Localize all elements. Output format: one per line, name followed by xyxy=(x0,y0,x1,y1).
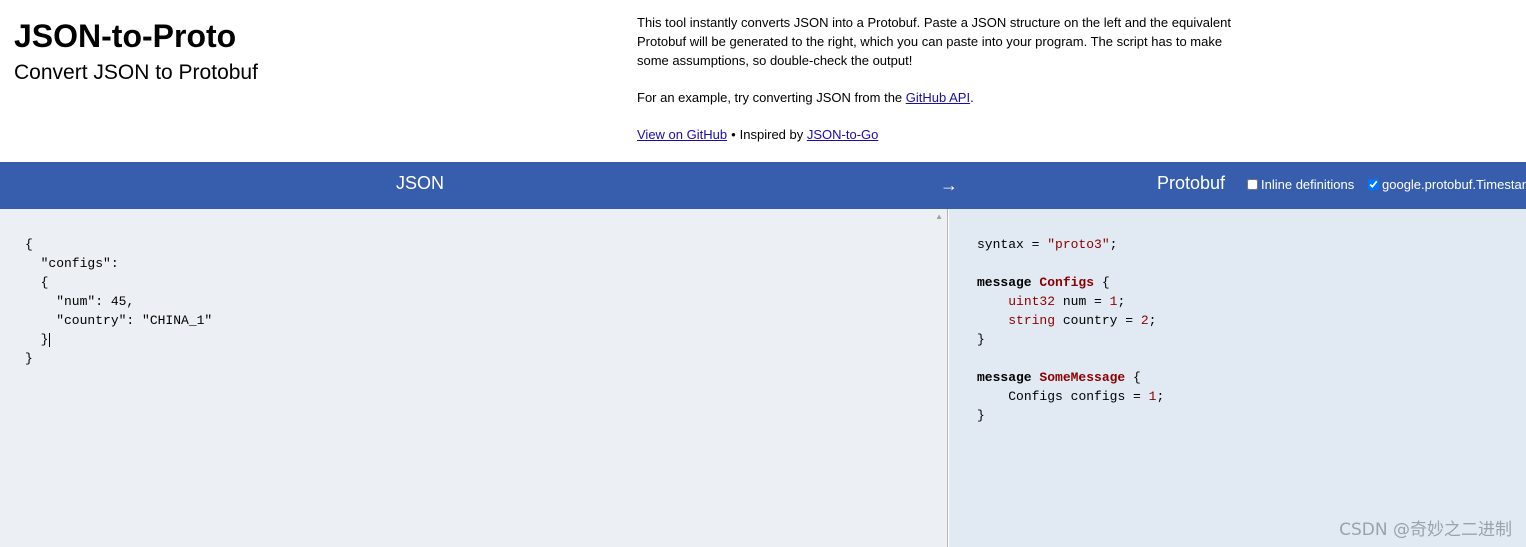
field-name: country xyxy=(1062,313,1118,328)
syntax-keyword: syntax xyxy=(977,237,1024,252)
json-line: "num": 45, xyxy=(25,294,135,309)
json-line: "country": "CHINA_1" xyxy=(25,313,213,328)
field-type: uint32 xyxy=(1008,294,1056,309)
inline-definitions-option[interactable]: Inline definitions xyxy=(1247,177,1354,192)
json-line: { xyxy=(25,237,33,252)
json-line: "configs": xyxy=(25,256,119,271)
example-prefix: For an example, try converting JSON from… xyxy=(637,90,906,105)
editor-toolbar: JSON → Protobuf Inline definitions googl… xyxy=(0,162,1526,209)
field-name: num xyxy=(1062,294,1087,309)
timestamp-option[interactable]: google.protobuf.Timestamp xyxy=(1368,177,1526,192)
site-header: JSON-to-Proto Convert JSON to Protobuf T… xyxy=(0,0,1526,162)
watermark: CSDN @奇妙之二进制 xyxy=(1339,520,1512,540)
json-to-go-link[interactable]: JSON-to-Go xyxy=(807,127,879,142)
field-number: 1 xyxy=(1148,389,1157,404)
timestamp-checkbox[interactable] xyxy=(1368,179,1379,190)
syntax-value: "proto3" xyxy=(1047,237,1110,252)
github-api-link[interactable]: GitHub API xyxy=(906,90,970,105)
inline-definitions-checkbox[interactable] xyxy=(1247,179,1258,190)
inline-definitions-label: Inline definitions xyxy=(1261,177,1355,192)
field-name: configs xyxy=(1070,389,1126,404)
message-name: Configs xyxy=(1039,275,1095,290)
view-on-github-link[interactable]: View on GitHub xyxy=(637,127,727,142)
links-line: View on GitHub • Inspired by JSON-to-Go xyxy=(637,125,1247,144)
inspired-prefix: Inspired by xyxy=(739,127,807,142)
example-line: For an example, try converting JSON from… xyxy=(637,88,1247,107)
description: This tool instantly converts JSON into a… xyxy=(637,15,1231,68)
semicolon: ; xyxy=(1109,237,1118,252)
field-type: string xyxy=(1008,313,1056,328)
brand: JSON-to-Proto Convert JSON to Protobuf xyxy=(14,17,258,87)
timestamp-label: google.protobuf.Timestamp xyxy=(1382,177,1526,192)
json-editor[interactable]: { "configs": { "num": 45, "country": "CH… xyxy=(25,235,212,368)
json-line: { xyxy=(25,275,49,290)
field-type: Configs xyxy=(1008,389,1063,404)
arrow-icon: → xyxy=(940,175,958,195)
scroll-up-icon[interactable]: ▲ xyxy=(935,212,943,221)
message-keyword: message xyxy=(977,275,1032,290)
text-cursor xyxy=(49,332,51,347)
field-number: 2 xyxy=(1140,313,1149,328)
protobuf-output-pane: syntax = "proto3"; message Configs { uin… xyxy=(949,209,1526,547)
page-subtitle: Convert JSON to Protobuf xyxy=(14,61,258,84)
example-suffix: . xyxy=(970,90,974,105)
protobuf-output: syntax = "proto3"; message Configs { uin… xyxy=(977,237,1165,423)
intro-text: This tool instantly converts JSON into a… xyxy=(637,13,1247,144)
message-keyword: message xyxy=(977,370,1032,385)
field-number: 1 xyxy=(1109,294,1118,309)
json-input-pane[interactable]: ▲ { "configs": { "num": 45, "country": "… xyxy=(0,209,948,547)
page-title: JSON-to-Proto xyxy=(14,18,237,54)
bullet-separator: • xyxy=(731,127,736,142)
message-name: SomeMessage xyxy=(1039,370,1126,385)
json-line: } xyxy=(25,332,49,347)
syntax-equals: = xyxy=(1023,237,1048,252)
json-line: } xyxy=(25,351,33,366)
json-pane-title: JSON xyxy=(396,173,445,193)
protobuf-pane-title: Protobuf xyxy=(1157,173,1226,193)
